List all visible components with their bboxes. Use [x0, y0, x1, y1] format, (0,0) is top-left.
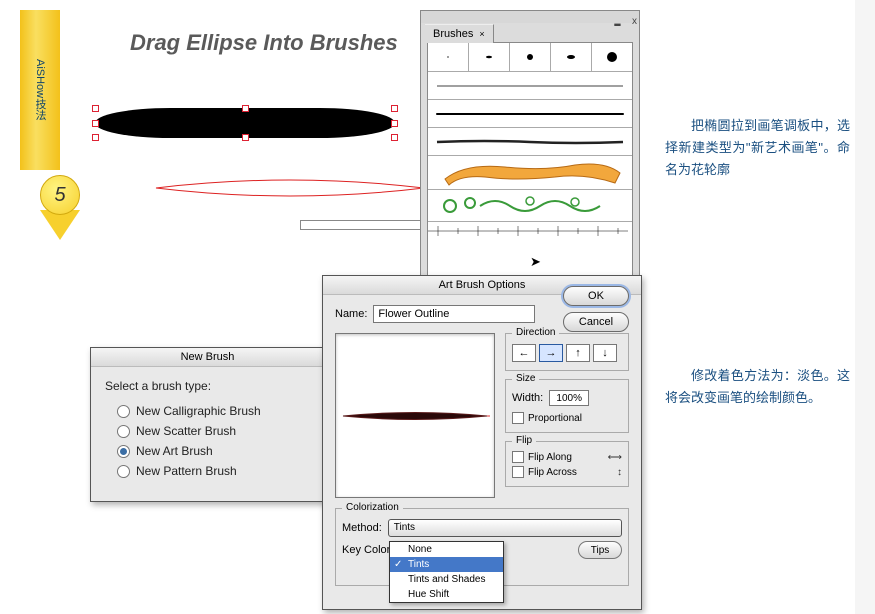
flip-along-checkbox[interactable]	[512, 451, 524, 463]
width-field[interactable]	[549, 390, 589, 406]
method-label: Method:	[342, 522, 382, 534]
brush-thumb[interactable]	[428, 222, 632, 242]
brush-thumb[interactable]	[428, 100, 632, 128]
brush-preview	[335, 333, 495, 498]
art-brush-dialog: Art Brush Options OK Cancel Name: Direct…	[322, 275, 642, 610]
radio-scatter[interactable]: New Scatter Brush	[105, 421, 310, 441]
size-group: Size Width: Proportional	[505, 379, 629, 433]
width-label: Width:	[512, 392, 543, 404]
radio-calligraphic[interactable]: New Calligraphic Brush	[105, 401, 310, 421]
direction-right[interactable]: →	[539, 344, 563, 362]
flip-group: Flip Flip Along⟷ Flip Across↕	[505, 441, 629, 487]
name-label: Name:	[335, 308, 367, 320]
flip-across-icon: ↕	[617, 467, 622, 478]
radio-pattern[interactable]: New Pattern Brush	[105, 461, 310, 481]
flip-along-icon: ⟷	[608, 452, 622, 463]
flip-across-checkbox[interactable]	[512, 466, 524, 478]
brush-type-label: Select a brush type:	[105, 379, 310, 393]
brushes-panel: ▂ x Brushes× ➤ ▦ ✕ ✎ ▣ 🗑	[420, 10, 640, 317]
brush-thumb[interactable]	[510, 43, 551, 71]
tab-close-icon[interactable]: ×	[479, 29, 484, 39]
brush-thumb[interactable]	[428, 72, 632, 100]
selected-ellipse[interactable]	[95, 108, 395, 138]
brush-thumb[interactable]	[551, 43, 592, 71]
ribbon-label: AiSHow技法	[20, 10, 60, 170]
colorization-group: Colorization Method: Tints Key Color: ✎ …	[335, 508, 629, 586]
dialog-title: New Brush	[91, 348, 324, 367]
key-color-label: Key Color:	[342, 544, 393, 556]
name-field[interactable]	[373, 305, 535, 323]
brush-thumb[interactable]	[428, 43, 469, 71]
direction-up[interactable]: ↑	[566, 344, 590, 362]
brush-thumb[interactable]	[592, 43, 632, 71]
instruction-text-2: 修改着色方法为：淡色。这将会改变画笔的绘制颜色。	[665, 365, 850, 409]
tips-button[interactable]: Tips	[578, 541, 622, 559]
drag-outline	[155, 178, 425, 198]
new-brush-dialog: New Brush Select a brush type: New Calli…	[90, 347, 325, 502]
brush-thumb[interactable]	[428, 190, 632, 222]
method-select[interactable]: Tints	[388, 519, 622, 537]
step-number: 5	[40, 175, 80, 215]
direction-left[interactable]: ←	[512, 344, 536, 362]
dropdown-item-tints[interactable]: Tints	[390, 557, 503, 572]
direction-group: Direction ← → ↑ ↓	[505, 333, 629, 371]
page-title: Drag Ellipse Into Brushes	[130, 30, 398, 56]
dropdown-item-none[interactable]: None	[390, 542, 503, 557]
instruction-text-1: 把椭圆拉到画笔调板中，选择新建类型为"新艺术画笔"。命名为花轮廓	[665, 115, 850, 181]
step-ribbon: AiSHow技法 5	[20, 10, 60, 230]
brush-list[interactable]: ➤	[427, 42, 633, 293]
cancel-button[interactable]: Cancel	[563, 312, 629, 332]
ok-button[interactable]: OK	[563, 286, 629, 306]
brush-thumb[interactable]	[428, 128, 632, 156]
close-icon[interactable]: x	[632, 16, 637, 27]
tab-brushes[interactable]: Brushes×	[425, 24, 494, 43]
cursor-icon: ➤	[530, 254, 541, 270]
brush-thumb[interactable]	[469, 43, 510, 71]
method-dropdown: None Tints Tints and Shades Hue Shift	[389, 541, 504, 603]
brush-thumb[interactable]	[428, 156, 632, 190]
minimize-icon[interactable]: ▂	[614, 17, 621, 26]
proportional-checkbox[interactable]	[512, 412, 524, 424]
panel-header[interactable]: ▂ x	[421, 11, 639, 23]
canvas-area	[95, 100, 415, 240]
radio-art[interactable]: New Art Brush	[105, 441, 310, 461]
dropdown-item-hue-shift[interactable]: Hue Shift	[390, 587, 503, 602]
direction-down[interactable]: ↓	[593, 344, 617, 362]
dropdown-item-tints-shades[interactable]: Tints and Shades	[390, 572, 503, 587]
